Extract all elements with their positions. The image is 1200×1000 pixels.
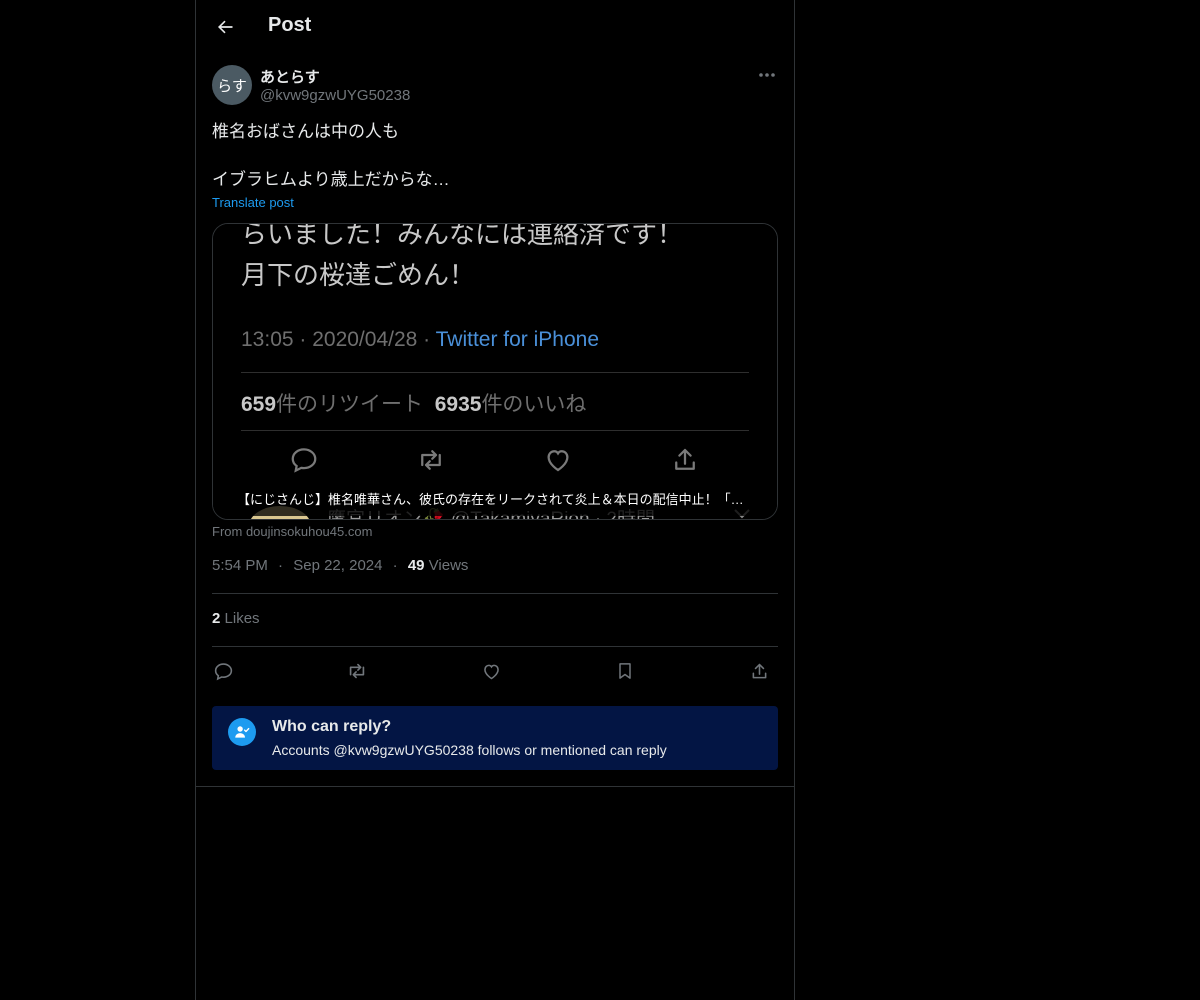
post-date[interactable]: Sep 22, 2024	[293, 557, 382, 574]
more-button[interactable]	[754, 64, 780, 86]
page-title: Post	[268, 14, 312, 36]
translate-post-link[interactable]: Translate post	[212, 195, 294, 210]
card-image-action-row	[213, 445, 777, 479]
heart-icon	[483, 664, 499, 679]
bookmark-icon	[619, 663, 631, 679]
card-source-link[interactable]: From doujinsokuhou45.com	[212, 524, 372, 539]
card-image: らいました！みんなには連絡済です！ 月下の桜達ごめん！ 13:05 · 2020…	[213, 223, 777, 519]
header: Post	[196, 0, 794, 54]
back-button[interactable]	[208, 10, 242, 44]
author-display-name[interactable]: あとらす	[260, 66, 320, 87]
who-can-reply-banner: Who can reply? Accounts @kvw9gzwUYG50238…	[212, 706, 778, 770]
post-column: Post らす あとらす @kvw9gzwUYG50238 椎名おばさんは中の人…	[195, 0, 795, 1000]
views-label: Views	[428, 557, 469, 574]
more-horizontal-icon	[759, 73, 775, 77]
card-image-meta-client: Twitter for iPhone	[435, 328, 600, 351]
card-image-retweet-icon	[421, 450, 441, 470]
reply-button[interactable]	[206, 654, 240, 688]
repost-button[interactable]	[340, 654, 374, 688]
card-image-meta: 13:05 · 2020/04/28 · Twitter for iPhone	[241, 328, 599, 352]
bookmark-button[interactable]	[608, 654, 642, 688]
card-image-divider	[241, 430, 749, 431]
meta-separator: ·	[278, 557, 284, 574]
user-check-icon	[235, 726, 250, 738]
divider	[196, 786, 794, 787]
post-meta: 5:54 PM · Sep 22, 2024 · 49 Views	[212, 557, 468, 574]
card-image-retweets-label: 件のリツイート	[276, 393, 424, 416]
likes-summary[interactable]: 2 Likes	[212, 610, 260, 627]
who-can-reply-subtitle: Accounts @kvw9gzwUYG50238 follows or men…	[272, 742, 667, 758]
share-icon	[752, 663, 766, 678]
mention-user-icon	[228, 718, 256, 746]
post-text-gap	[212, 144, 780, 168]
post-author: らす あとらす @kvw9gzwUYG50238	[212, 64, 780, 108]
post-text-line: イブラヒムより歳上だからな…	[212, 170, 450, 189]
like-button[interactable]	[474, 654, 508, 688]
post-text: 椎名おばさんは中の人も イブラヒムより歳上だからな…	[212, 120, 780, 192]
card-image-retweets-count: 659	[241, 393, 277, 416]
share-button[interactable]	[742, 654, 776, 688]
author-handle[interactable]: @kvw9gzwUYG50238	[260, 87, 410, 104]
link-card[interactable]: らいました！みんなには連絡済です！ 月下の桜達ごめん！ 13:05 · 2020…	[212, 223, 778, 520]
divider	[212, 593, 778, 594]
card-image-divider	[241, 372, 749, 373]
card-image-text-line: 月下の桜達ごめん！	[241, 260, 476, 290]
likes-label: Likes	[224, 610, 260, 627]
card-image-text-line: らいました！みんなには連絡済です！	[241, 223, 684, 249]
card-image-likes-label: 件のいいね	[481, 393, 587, 416]
meta-separator: ·	[392, 557, 398, 574]
views-count: 49	[407, 557, 425, 574]
who-can-reply-title: Who can reply?	[272, 718, 392, 735]
likes-count: 2	[212, 610, 221, 627]
post-time[interactable]: 5:54 PM	[212, 557, 268, 574]
card-title: 【にじさんじ】椎名唯華さん、彼氏の存在をリークされて炎上＆本日の配信中止！「彼…	[213, 488, 777, 516]
card-image-meta-time: 13:05 · 2020/04/28 ·	[241, 328, 436, 351]
card-image-likes-count: 6935	[434, 393, 482, 416]
reply-icon	[214, 662, 232, 680]
card-image-stats: 659件のリツイート 6935件のいいね	[241, 388, 586, 418]
post-text-line: 椎名おばさんは中の人も	[212, 122, 399, 141]
card-image-share-icon	[675, 448, 695, 470]
avatar[interactable]: らす	[212, 65, 252, 105]
action-bar	[212, 654, 778, 688]
card-image-reply-icon	[291, 448, 317, 473]
arrow-left-icon	[218, 20, 233, 34]
divider	[212, 646, 778, 647]
repost-icon	[349, 663, 365, 679]
card-image-heart-icon	[547, 450, 569, 472]
